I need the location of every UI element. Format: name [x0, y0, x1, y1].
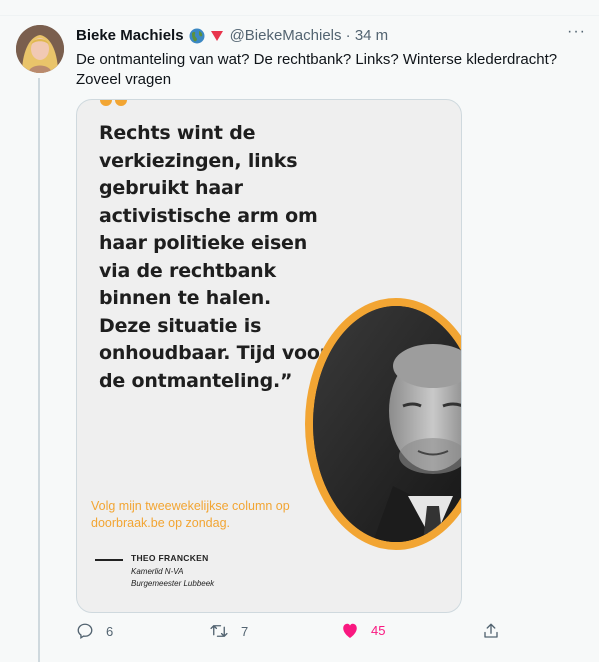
tweet-header: Bieke Machiels @BiekeMachiels · 34 m [76, 27, 388, 44]
top-divider [0, 15, 599, 16]
like-button[interactable]: 45 [341, 622, 385, 639]
reply-count: 6 [106, 623, 114, 639]
share-button[interactable] [482, 622, 500, 640]
handle-and-timestamp[interactable]: @BiekeMachiels · 34 m [230, 27, 389, 44]
tweet[interactable]: Bieke Machiels @BiekeMachiels · 34 m ···… [0, 0, 599, 662]
retweet-icon [210, 625, 228, 637]
signature-name: THEO FRANCKEN [131, 553, 209, 563]
signature-role-line-1: Kamerlid N-VA [131, 567, 184, 576]
signature-role: Kamerlid N-VA Burgemeester Lubbeek [131, 566, 214, 590]
retweet-count: 7 [241, 623, 249, 639]
reply-icon [77, 623, 93, 639]
quote-marks-icon [99, 100, 133, 108]
quote-text: Rechts wint de verkiezingen, links gebru… [99, 122, 329, 392]
reply-button[interactable]: 6 [76, 622, 113, 640]
tweet-media-image[interactable]: Rechts wint de verkiezingen, links gebru… [76, 99, 462, 613]
signature-role-line-2: Burgemeester Lubbeek [131, 579, 215, 588]
tweet-text: De ontmanteling van wat? De rechtbank? L… [76, 51, 558, 88]
avatar[interactable] [16, 25, 64, 73]
signature-divider [95, 559, 123, 561]
thread-line [38, 78, 40, 662]
more-options-icon[interactable]: ··· [567, 22, 589, 42]
tweet-actions: 6 7 45 [76, 622, 516, 646]
heart-filled-icon [343, 623, 357, 638]
red-triangle-down-icon [210, 30, 224, 42]
retweet-button[interactable]: 7 [209, 622, 248, 640]
globe-emoji-icon [189, 28, 205, 44]
column-promo-text: Volg mijn tweewekelijkse column op doorb… [91, 499, 290, 530]
share-icon [484, 623, 498, 638]
like-count: 45 [371, 623, 386, 638]
author-name[interactable]: Bieke Machiels [76, 27, 184, 44]
